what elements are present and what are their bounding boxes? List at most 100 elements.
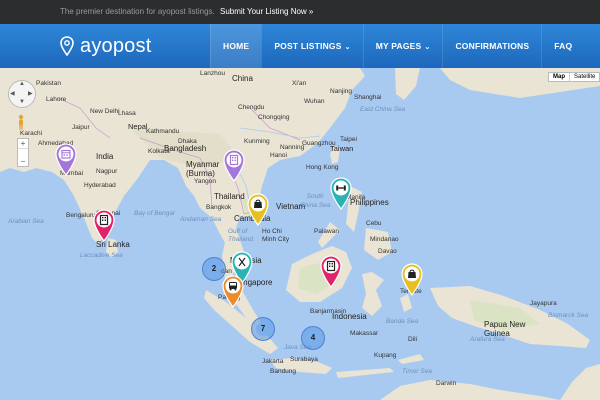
nav-confirmations[interactable]: CONFIRMATIONS (442, 24, 541, 68)
shopping-marker[interactable] (400, 262, 424, 296)
country-label-thailand: Thailand (214, 192, 245, 201)
pan-down-icon[interactable]: ▼ (19, 99, 25, 105)
map-type-control: Map Satellite (548, 72, 600, 82)
map-type-map-button[interactable]: Map (549, 73, 570, 81)
city-label-makassar: Makassar (350, 330, 379, 337)
map-type-satellite-button[interactable]: Satellite (570, 73, 599, 81)
city-label-hanoi: Hanoi (270, 152, 287, 159)
shopping-marker[interactable] (246, 192, 270, 226)
country-label-china: China (232, 74, 253, 83)
city-label-lanzhou: Lanzhou (200, 70, 225, 77)
city-label-palawan: Palawan (314, 228, 339, 235)
sea-label-arafura: Arafura Sea (470, 336, 505, 343)
announcement-bar: The premier destination for ayopost list… (0, 0, 600, 24)
zoom-slider[interactable] (18, 148, 28, 157)
sea-label-east-china: East China Sea (360, 106, 406, 113)
city-label-dhaka: Dhaka (178, 138, 197, 145)
city-label-kunming: Kunming (244, 138, 270, 145)
submit-listing-link[interactable]: Submit Your Listing Now » (220, 7, 313, 16)
cluster-count: 7 (260, 324, 266, 333)
transport-marker[interactable] (221, 274, 245, 308)
city-label-nagpur: Nagpur (96, 168, 118, 175)
sea-label-laccadive: Laccadive Sea (80, 252, 123, 259)
main-nav: HOME POST LISTINGS ⌄ MY PAGES ⌄ CONFIRMATI… (210, 24, 584, 68)
city-label-jayapura: Jayapura (530, 300, 557, 307)
pan-right-icon[interactable]: ▶ (28, 90, 33, 97)
country-label-vietnam: Vietnam (276, 202, 306, 211)
nav-faq-label: FAQ (554, 41, 573, 51)
city-label-nanjing: Nanjing (330, 88, 353, 95)
sea-label-andaman: Andaman Sea (180, 216, 222, 223)
zoom-control: + − (17, 138, 29, 167)
logo[interactable]: ayopost (60, 33, 151, 59)
city-label-pakistan: Pakistan (36, 80, 61, 87)
brand-name: ayopost (80, 34, 152, 57)
city-label-jakarta: Jakarta (262, 358, 284, 365)
city-label-surabaya: Surabaya (290, 356, 318, 363)
marker-cluster[interactable]: 7 (251, 317, 275, 341)
country-label-india: India (96, 152, 114, 161)
city-label-taipei: Taipei (340, 136, 357, 143)
city-label-kolkata: Kolkata (148, 148, 170, 155)
site-header: ayopost HOME POST LISTINGS ⌄ MY PAGES ⌄ CO… (0, 24, 600, 68)
marker-cluster[interactable]: 4 (301, 326, 325, 350)
country-label-indonesia: Indonesia (332, 312, 367, 321)
building-marker[interactable] (92, 208, 116, 242)
nav-my-pages[interactable]: MY PAGES ⌄ (362, 24, 443, 68)
tagline: The premier destination for ayopost list… (60, 7, 215, 16)
city-label-hyderabad: Hyderabad (84, 182, 116, 189)
sea-label-arabian: Arabian Sea (8, 218, 44, 225)
pan-up-icon[interactable]: ▲ (19, 81, 25, 87)
chevron-down-icon: ⌄ (344, 44, 351, 51)
nav-home[interactable]: HOME (210, 24, 262, 68)
city-label-nanning: Nanning (280, 144, 305, 151)
city-label-lahore: Lahore (46, 96, 67, 103)
map-pin-icon (60, 36, 74, 56)
nav-post-listings-label: POST LISTINGS (274, 41, 342, 51)
pan-control[interactable]: ▲ ▼ ◀ ▶ (8, 80, 36, 108)
country-label-nepal: Nepal (128, 122, 148, 131)
zoom-out-button[interactable]: − (18, 157, 28, 166)
city-label-davao: Davao (378, 248, 397, 255)
city-label-jaipur: Jaipur (72, 124, 90, 131)
city-label-wuhan: Wuhan (304, 98, 325, 105)
building-marker[interactable] (319, 254, 343, 288)
cluster-count: 4 (310, 333, 316, 342)
nav-home-label: HOME (223, 41, 250, 51)
calendar-marker[interactable] (54, 142, 78, 176)
nav-confirmations-label: CONFIRMATIONS (455, 41, 530, 51)
sea-label-bay-of-bengal: Bay of Bengal (134, 210, 175, 217)
nav-faq[interactable]: FAQ (541, 24, 584, 68)
sea-label-bismarck: Bismarck Sea (548, 312, 589, 319)
city-label-bandung: Bandung (270, 368, 297, 375)
city-label-cebu: Cebu (366, 220, 382, 227)
city-label-dili: Dili (408, 336, 418, 343)
sea-label-timor: Timor Sea (402, 368, 432, 375)
city-label-mindanao: Mindanao (370, 236, 399, 243)
city-label-hong-kong: Hong Kong (306, 164, 339, 171)
nav-post-listings[interactable]: POST LISTINGS ⌄ (261, 24, 362, 68)
city-label-chongqing: Chongqing (258, 114, 290, 121)
chevron-down-icon: ⌄ (424, 44, 431, 51)
listings-map[interactable]: Pakistan China Lanzhou Xi'an Nanjing Sha… (0, 68, 600, 400)
zoom-in-button[interactable]: + (18, 139, 28, 148)
fitness-marker[interactable] (329, 176, 353, 210)
city-label-kupang: Kupang (374, 352, 397, 359)
sea-label-banda: Banda Sea (386, 318, 419, 325)
city-label-shanghai: Shanghai (354, 94, 382, 101)
city-label-darwin: Darwin (436, 380, 457, 387)
city-label-hcm: Ho Chi Minh City (262, 228, 290, 243)
country-label-taiwan: Taiwan (330, 144, 354, 153)
country-label-myanmar: Myanmar (Burma) (186, 160, 220, 178)
country-label-bangladesh: Bangladesh (164, 144, 207, 153)
city-label-chengdu: Chengdu (238, 104, 265, 111)
pan-left-icon[interactable]: ◀ (10, 90, 15, 97)
sea-label-gulf-thailand: Gulf of Thailand (228, 228, 253, 243)
city-label-kathmandu: Kathmandu (146, 128, 180, 135)
city-label-yangon: Yangon (194, 178, 216, 185)
street-view-pegman-icon[interactable] (17, 114, 25, 130)
city-label-bangkok: Bangkok (206, 204, 232, 211)
building-marker[interactable] (222, 148, 246, 182)
city-label-lhasa: Lhasa (118, 110, 136, 117)
city-label-xian: Xi'an (292, 80, 307, 87)
